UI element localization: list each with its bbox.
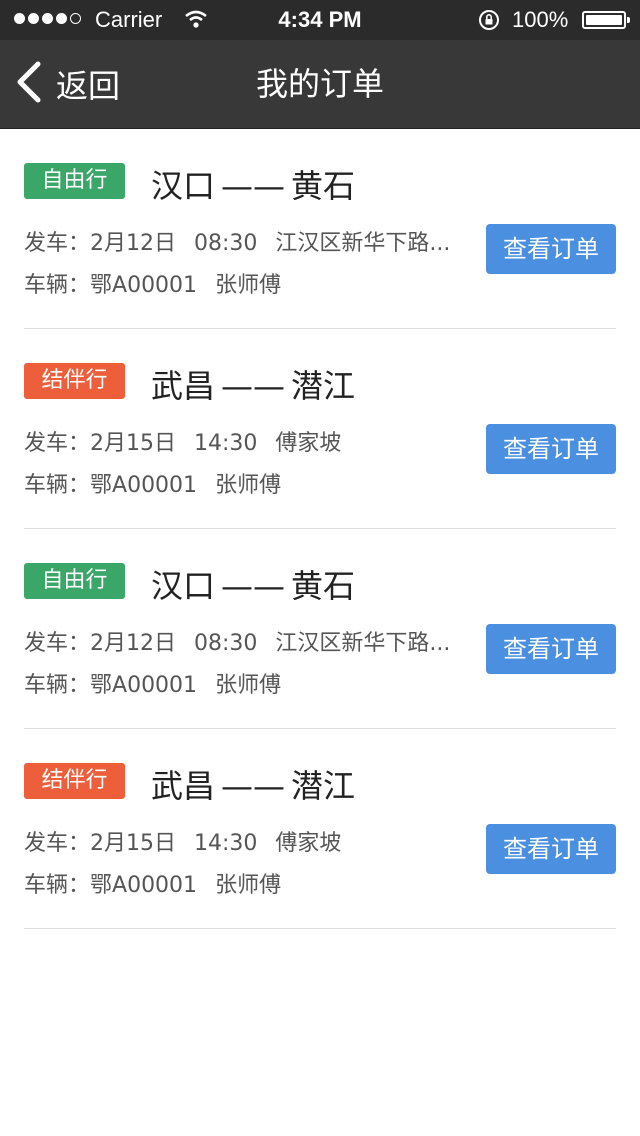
vehicle-info: 车辆：鄂A00001 张师傅 bbox=[24, 867, 281, 899]
depart-location: 江汉区新华下路... bbox=[275, 631, 451, 656]
vehicle-plate: 鄂A00001 bbox=[90, 673, 198, 698]
vehicle-info: 车辆：鄂A00001 张师傅 bbox=[24, 667, 281, 699]
driver-name: 张师傅 bbox=[215, 673, 282, 698]
status-bar: Carrier 4:34 PM 100% bbox=[0, 0, 640, 40]
vehicle-plate: 鄂A00001 bbox=[90, 273, 198, 298]
departure-info: 发车：2月15日 14:30 傅家坡 bbox=[24, 825, 469, 857]
route-from: 汉口 bbox=[151, 167, 216, 205]
depart-label: 发车： bbox=[24, 831, 91, 856]
navigation-bar: 返回 我的订单 bbox=[0, 40, 640, 129]
route-title: 武昌 —— 潜江 bbox=[151, 767, 356, 805]
battery-icon bbox=[582, 11, 630, 29]
departure-info: 发车：2月12日 08:30 江汉区新华下路... bbox=[24, 625, 469, 657]
depart-date: 2月12日 bbox=[90, 631, 177, 656]
depart-label: 发车： bbox=[24, 631, 91, 656]
depart-date: 2月15日 bbox=[90, 431, 177, 456]
vehicle-info: 车辆：鄂A00001 张师傅 bbox=[24, 267, 281, 299]
departure-info: 发车：2月15日 14:30 傅家坡 bbox=[24, 425, 469, 457]
trip-type-badge: 结伴行 bbox=[24, 763, 125, 799]
depart-location: 傅家坡 bbox=[275, 431, 342, 456]
route-from: 武昌 bbox=[151, 767, 216, 805]
route-to: 潜江 bbox=[291, 767, 356, 805]
trip-type-badge: 自由行 bbox=[24, 163, 125, 199]
trip-type-badge: 自由行 bbox=[24, 563, 125, 599]
departure-info: 发车：2月12日 08:30 江汉区新华下路... bbox=[24, 225, 469, 257]
depart-time: 14:30 bbox=[194, 431, 258, 456]
order-item: 自由行 汉口 —— 黄石 发车：2月12日 08:30 江汉区新华下路... 车辆：鄂A… bbox=[24, 529, 616, 729]
view-order-button[interactable]: 查看订单 bbox=[486, 624, 616, 674]
driver-name: 张师傅 bbox=[215, 273, 282, 298]
depart-time: 08:30 bbox=[194, 631, 258, 656]
view-order-button[interactable]: 查看订单 bbox=[486, 424, 616, 474]
route-from: 汉口 bbox=[151, 567, 216, 605]
order-item: 自由行 汉口 —— 黄石 发车：2月12日 08:30 江汉区新华下路... 车辆：鄂A… bbox=[24, 129, 616, 329]
route-from: 武昌 bbox=[151, 367, 216, 405]
order-item: 结伴行 武昌 —— 潜江 发车：2月15日 14:30 傅家坡 车辆：鄂A00001 张师… bbox=[24, 729, 616, 929]
depart-location: 傅家坡 bbox=[275, 831, 342, 856]
route-title: 汉口 —— 黄石 bbox=[151, 567, 356, 605]
depart-label: 发车： bbox=[24, 431, 91, 456]
route-to: 黄石 bbox=[291, 167, 356, 205]
depart-time: 14:30 bbox=[194, 831, 258, 856]
depart-date: 2月15日 bbox=[90, 831, 177, 856]
trip-type-badge: 结伴行 bbox=[24, 363, 125, 399]
driver-name: 张师傅 bbox=[215, 473, 282, 498]
vehicle-label: 车辆： bbox=[24, 473, 91, 498]
vehicle-plate: 鄂A00001 bbox=[90, 473, 198, 498]
route-title: 汉口 —— 黄石 bbox=[151, 167, 356, 205]
depart-label: 发车： bbox=[24, 231, 91, 256]
depart-date: 2月12日 bbox=[90, 231, 177, 256]
vehicle-label: 车辆： bbox=[24, 273, 91, 298]
driver-name: 张师傅 bbox=[215, 873, 282, 898]
vehicle-info: 车辆：鄂A00001 张师傅 bbox=[24, 467, 281, 499]
battery-percent: 100% bbox=[512, 7, 569, 32]
vehicle-label: 车辆： bbox=[24, 873, 91, 898]
route-title: 武昌 —— 潜江 bbox=[151, 367, 356, 405]
vehicle-plate: 鄂A00001 bbox=[90, 873, 198, 898]
view-order-button[interactable]: 查看订单 bbox=[486, 224, 616, 274]
order-list: 自由行 汉口 —— 黄石 发车：2月12日 08:30 江汉区新华下路... 车辆：鄂A… bbox=[0, 129, 640, 929]
page-title: 我的订单 bbox=[255, 65, 384, 103]
order-item: 结伴行 武昌 —— 潜江 发车：2月15日 14:30 傅家坡 车辆：鄂A00001 张师… bbox=[24, 329, 616, 529]
view-order-button[interactable]: 查看订单 bbox=[486, 824, 616, 874]
depart-location: 江汉区新华下路... bbox=[275, 231, 451, 256]
vehicle-label: 车辆： bbox=[24, 673, 91, 698]
route-to: 潜江 bbox=[291, 367, 356, 405]
rotation-lock-icon bbox=[478, 9, 500, 37]
route-to: 黄石 bbox=[291, 567, 356, 605]
depart-time: 08:30 bbox=[194, 231, 258, 256]
